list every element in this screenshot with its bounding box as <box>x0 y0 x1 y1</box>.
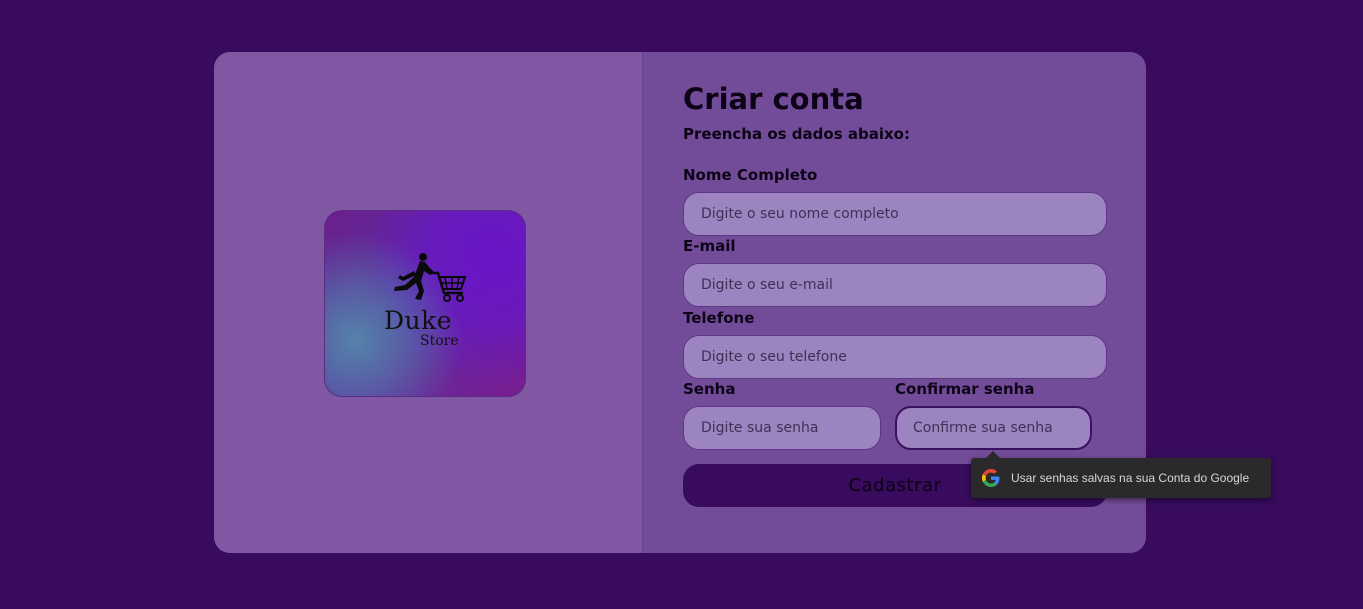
brand-panel: Duke Store <box>214 52 643 553</box>
autofill-popup-text: Usar senhas salvas na sua Conta do Googl… <box>1011 471 1250 485</box>
email-label: E-mail <box>683 237 736 255</box>
password-autofill-popup[interactable]: Usar senhas salvas na sua Conta do Googl… <box>971 451 1271 498</box>
password-label: Senha <box>683 380 736 398</box>
name-label: Nome Completo <box>683 166 818 184</box>
phone-label: Telefone <box>683 309 755 327</box>
password-input[interactable] <box>683 406 881 450</box>
confirm-password-label: Confirmar senha <box>895 380 1035 398</box>
google-icon <box>982 469 1000 487</box>
brand-logo: Duke Store <box>324 210 526 397</box>
form-title: Criar conta <box>683 82 864 116</box>
email-input[interactable] <box>683 263 1107 307</box>
brand-subname: Store <box>420 333 459 349</box>
shopping-cart-runner-icon <box>394 253 467 302</box>
full-name-input[interactable] <box>683 192 1107 236</box>
brand-name: Duke <box>384 306 453 335</box>
confirm-password-input[interactable] <box>895 406 1092 450</box>
phone-input[interactable] <box>683 335 1107 379</box>
form-subtitle: Preencha os dados abaixo: <box>683 125 910 143</box>
